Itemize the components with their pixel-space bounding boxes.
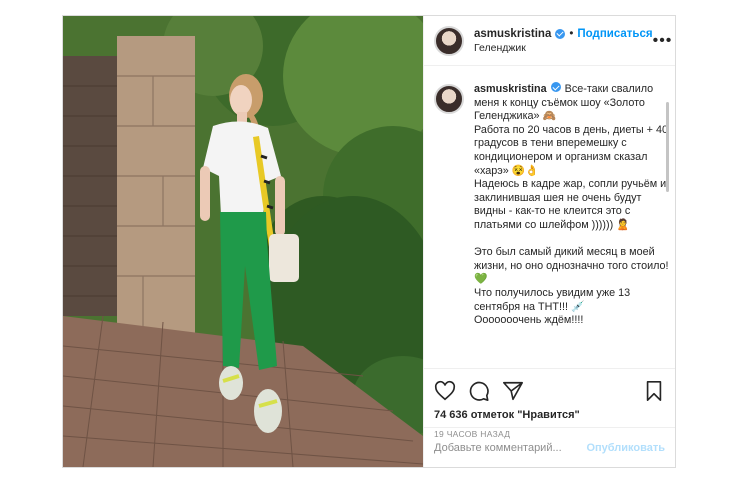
bookmark-icon[interactable]: [643, 380, 665, 402]
location-link[interactable]: Геленджик: [474, 42, 653, 54]
caption-scrollbar[interactable]: [666, 102, 669, 192]
likes-suffix: "Нравится": [517, 409, 580, 421]
share-icon[interactable]: [502, 380, 524, 402]
avatar[interactable]: [434, 25, 464, 56]
caption-body: Все-таки свалило меня к концу съёмок шоу…: [474, 83, 669, 327]
username-link[interactable]: asmuskristina: [474, 28, 551, 40]
caption-username-link[interactable]: asmuskristina: [474, 83, 547, 95]
comment-form: Опубликовать: [424, 427, 675, 467]
caption-text: asmuskristina Все-таки свалило меня к кон…: [474, 82, 669, 356]
verified-badge-icon: [555, 28, 566, 39]
post-side-panel: asmuskristina • Подписаться Геленджик ••…: [423, 16, 675, 467]
likes-number: 74 636 отметок: [434, 409, 515, 421]
post-dialog: asmuskristina • Подписаться Геленджик ••…: [62, 15, 676, 468]
caption-section: asmuskristina Все-таки свалило меня к кон…: [434, 82, 669, 356]
post-photo[interactable]: [63, 16, 423, 467]
post-header-text: asmuskristina • Подписаться Геленджик: [474, 28, 653, 54]
likes-count[interactable]: 74 636 отметок "Нравится": [434, 409, 665, 421]
caption-avatar[interactable]: [434, 84, 464, 114]
more-options-icon[interactable]: •••: [653, 32, 672, 49]
caption-verified-badge-icon: [550, 82, 561, 92]
post-header-line: asmuskristina • Подписаться: [474, 28, 653, 40]
comment-icon[interactable]: [468, 380, 490, 402]
photo-illustration: [63, 16, 423, 467]
heart-icon[interactable]: [434, 380, 456, 402]
action-icons-row: [434, 377, 665, 405]
publish-button[interactable]: Опубликовать: [586, 442, 665, 454]
follow-button[interactable]: Подписаться: [577, 28, 652, 40]
comment-input[interactable]: [434, 441, 587, 454]
post-header: asmuskristina • Подписаться Геленджик ••…: [424, 16, 675, 66]
dot-separator: •: [569, 27, 574, 40]
